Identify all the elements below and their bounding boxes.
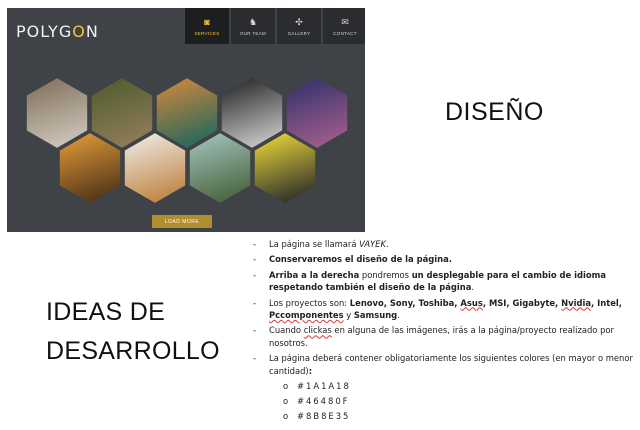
list-item: Arriba a la derecha pondremos un despleg… [253, 269, 637, 294]
color-item: #1A1A18 [273, 379, 351, 394]
top-nav: ◙ SERVICES ♞ OUR TEAM ✣ GALLERY ✉ CONTACT [183, 8, 365, 44]
load-more-button[interactable]: LOAD MORE [152, 215, 212, 228]
ideas-list: La página se llamará VAYEK. Conservaremo… [253, 238, 637, 380]
nav-item-services[interactable]: ◙ SERVICES [185, 8, 229, 44]
ideas-heading: IDEAS DE DESARROLLO [46, 298, 220, 365]
list-item: La página se llamará VAYEK. [253, 238, 637, 251]
nav-item-label: CONTACT [333, 30, 357, 36]
color-item: #46480F [273, 394, 351, 409]
gallery-icon: ✣ [295, 16, 303, 27]
mail-icon: ✉ [341, 16, 349, 27]
team-icon: ♞ [248, 16, 258, 27]
list-item: Los proyectos son: Lenovo, Sony, Toshiba… [253, 297, 637, 322]
color-item: #8B8E35 [273, 409, 351, 424]
list-item: La página deberá contener obligatoriamen… [253, 352, 637, 377]
nav-item-label: SERVICES [194, 30, 220, 36]
list-item: Cuando clickas en alguna de las imágenes… [253, 324, 637, 349]
website-mockup-screenshot: POLYGON ◙ SERVICES ♞ OUR TEAM ✣ GALLERY ✉ CONTA… [7, 8, 365, 232]
design-heading: DISEÑO [445, 98, 544, 126]
list-item: Conservaremos el diseño de la página. [253, 253, 637, 266]
color-list: #1A1A18 #46480F #8B8E35 [273, 379, 351, 424]
camera-icon: ◙ [204, 16, 210, 27]
nav-item-contact[interactable]: ✉ CONTACT [323, 8, 365, 44]
nav-item-our-team[interactable]: ♞ OUR TEAM [231, 8, 275, 44]
nav-item-gallery[interactable]: ✣ GALLERY [277, 8, 321, 44]
nav-item-label: OUR TEAM [239, 30, 267, 36]
logo: POLYGON [16, 22, 99, 41]
nav-item-label: GALLERY [287, 30, 311, 36]
